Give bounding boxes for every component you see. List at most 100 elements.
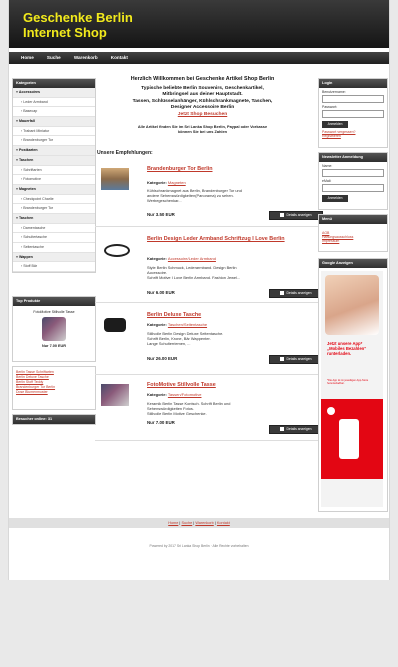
- category-item[interactable]: » Mauerfall: [13, 117, 95, 127]
- login-box: Login Benutzername: Passwort: Anmelden P…: [318, 78, 388, 148]
- details-button-label: Details anzeigen: [286, 291, 312, 295]
- details-button[interactable]: Details anzeigen: [269, 289, 323, 298]
- category-label: Trabant Miniatur: [23, 128, 50, 133]
- details-icon: [280, 290, 285, 295]
- category-item[interactable]: › Brandenburger Tor: [13, 136, 95, 147]
- ad-headline: Jetzt unsere App* „Mobiles Bezahlen“ run…: [327, 341, 367, 357]
- footer-link-suche[interactable]: Suche: [181, 521, 192, 525]
- footer-nav: Home | Suche | Warenkorb | Kontakt: [9, 518, 389, 528]
- phone-icon: [339, 419, 359, 459]
- details-icon: [280, 212, 285, 217]
- top-link[interactable]: Dose Blumenmuster: [16, 390, 95, 394]
- top-product-image[interactable]: [42, 317, 66, 341]
- welcome-section: Herzlich Willkommen bei Geschenke Artike…: [95, 76, 310, 134]
- top-link[interactable]: Berlin Deluxe Tasche: [16, 375, 95, 379]
- product-description: Style Berlin Schmuck, Lederarmband. Desi…: [147, 265, 317, 280]
- category-item[interactable]: » Magneten: [13, 184, 95, 195]
- top-product-name[interactable]: FotoMotive Stillvolle Tasse: [13, 310, 95, 314]
- product-image[interactable]: [101, 168, 129, 190]
- footer-link-kontakt[interactable]: Kontakt: [217, 521, 230, 525]
- category-item[interactable]: › Leder Armband: [13, 97, 95, 108]
- category-link[interactable]: Taschen/Seitentasche: [168, 322, 207, 327]
- category-item[interactable]: » Accessoires: [13, 88, 95, 98]
- category-link[interactable]: Accessoire/Leder Armband: [168, 256, 216, 261]
- category-label: Fotomotive: [23, 177, 41, 182]
- category-label: Kategorie:: [147, 322, 167, 327]
- newsletter-button[interactable]: Anmelden: [322, 195, 348, 202]
- site-title-line1: Geschenke Berlin: [23, 10, 133, 25]
- product-price: Nur 7.00 EUR: [147, 420, 175, 425]
- category-item[interactable]: › Damentasche: [13, 223, 95, 234]
- category-link[interactable]: Tassen/Fotomotive: [168, 392, 202, 397]
- footer-link-home[interactable]: Home: [168, 521, 178, 525]
- top-link[interactable]: Brandenburger Tor Berlin: [16, 385, 95, 389]
- product-title[interactable]: Brandenburger Tor Berlin: [147, 166, 317, 172]
- category-item[interactable]: › Schriftarten: [13, 165, 95, 176]
- details-icon: [280, 356, 285, 361]
- footer-link-warenkorb[interactable]: Warenkorb: [195, 521, 213, 525]
- categories-title: Kategorien: [13, 79, 95, 88]
- category-label: Wappen: [19, 254, 33, 259]
- name-input[interactable]: [322, 169, 384, 177]
- category-item[interactable]: › Basecap: [13, 107, 95, 118]
- top-products-box: Top Produkte FotoMotive Stillvolle Tasse…: [12, 296, 96, 362]
- menu-link-impressum[interactable]: Impressum: [322, 239, 387, 243]
- site-header: Geschenke Berlin Internet Shop: [9, 0, 389, 48]
- site-title[interactable]: Geschenke Berlin Internet Shop: [23, 10, 133, 40]
- category-item[interactable]: › Trabant Miniatur: [13, 126, 95, 137]
- password-input[interactable]: [322, 110, 384, 118]
- top-link[interactable]: Berlin Stoff Teddy: [16, 380, 95, 384]
- product-title[interactable]: Berlin Design Leder Armband Schriftzug I…: [147, 236, 317, 242]
- top-link[interactable]: Berlin Tasse Schriftarten: [16, 370, 95, 374]
- welcome-intro: Typische beliebte Berlin Souvenirs, Gesc…: [95, 86, 310, 118]
- login-button[interactable]: Anmelden: [322, 121, 348, 128]
- login-title: Login: [319, 79, 387, 88]
- details-button[interactable]: Details anzeigen: [269, 211, 323, 220]
- details-button[interactable]: Details anzeigen: [269, 355, 323, 364]
- product-image[interactable]: [101, 238, 130, 260]
- main-nav: Home Suche Warenkorb Kontakt: [9, 52, 389, 64]
- ad-banner[interactable]: Jetzt unsere App* „Mobiles Bezahlen“ run…: [321, 271, 383, 507]
- category-item[interactable]: › Brandenburger Tor: [13, 204, 95, 214]
- top-products-title: Top Produkte: [13, 297, 95, 306]
- nav-warenkorb[interactable]: Warenkorb: [74, 52, 98, 64]
- category-link[interactable]: Magneten: [168, 180, 186, 185]
- product-item: Brandenburger Tor Berlin Kategorie: Magn…: [95, 162, 323, 227]
- product-item: Berlin Deluxe Tasche Kategorie: Taschen/…: [95, 308, 323, 375]
- category-item[interactable]: » Taschen: [13, 155, 95, 166]
- product-title[interactable]: Berlin Deluxe Tasche: [147, 312, 317, 318]
- category-item[interactable]: › Stoff Bär: [13, 262, 95, 273]
- register-link[interactable]: Registrieren: [322, 134, 387, 138]
- category-item[interactable]: › Schultertasche: [13, 233, 95, 243]
- product-title[interactable]: FotoMotive Stillvolle Tasse: [147, 382, 317, 388]
- category-item[interactable]: › Fotomotive: [13, 175, 95, 185]
- details-button-label: Details anzeigen: [286, 427, 312, 431]
- online-box: Besucher online: 31: [12, 414, 96, 425]
- email-input[interactable]: [322, 184, 384, 192]
- categories-box: Kategorien » Accessoires › Leder Armband ›…: [12, 78, 96, 274]
- product-image[interactable]: [101, 314, 129, 336]
- nav-home[interactable]: Home: [21, 52, 34, 64]
- category-item[interactable]: » Postkarten: [13, 146, 95, 156]
- bag-shape: [104, 318, 126, 332]
- product-item: FotoMotive Stillvolle Tasse Kategorie: T…: [95, 378, 323, 441]
- top-product-price: Nur 7.00 EUR: [41, 344, 67, 348]
- shop-visit-link[interactable]: Jetzt Shop Besuchen: [95, 112, 310, 118]
- site-title-line2: Internet Shop: [23, 25, 107, 40]
- details-button[interactable]: Details anzeigen: [269, 425, 323, 434]
- category-label: Taschen: [19, 215, 34, 220]
- welcome-note: Alle Artikel finden Sie im Sri Lanka Sho…: [95, 124, 310, 134]
- category-item[interactable]: › Seitentasche: [13, 243, 95, 253]
- category-item[interactable]: › Checkpoint Charlie: [13, 194, 95, 205]
- category-item[interactable]: » Wappen: [13, 252, 95, 263]
- category-label: Leder Armband: [23, 99, 48, 104]
- product-image[interactable]: [101, 384, 129, 406]
- online-count: Besucher online: 31: [13, 415, 95, 424]
- username-input[interactable]: [322, 95, 384, 103]
- product-item: Berlin Design Leder Armband Schriftzug I…: [95, 232, 323, 303]
- nav-suche[interactable]: Suche: [47, 52, 61, 64]
- page-container: Geschenke Berlin Internet Shop Home Such…: [8, 0, 390, 580]
- menu-box: Menü AGB Haftungsausschluss Impressum: [318, 214, 388, 252]
- category-item[interactable]: » Taschen: [13, 213, 95, 224]
- nav-kontakt[interactable]: Kontakt: [111, 52, 128, 64]
